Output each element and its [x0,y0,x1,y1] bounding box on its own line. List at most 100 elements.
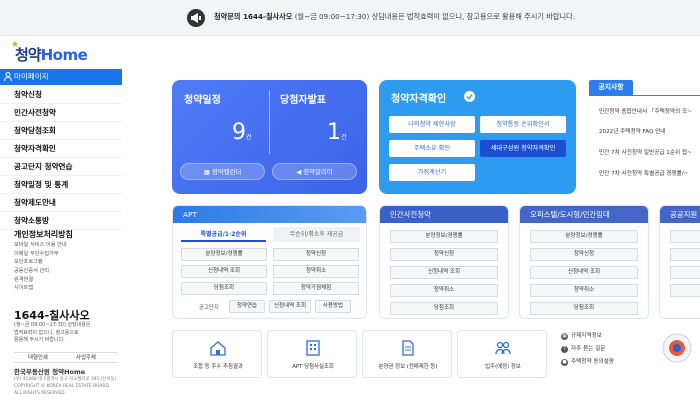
tab-special-supply[interactable]: 특별공급/1·2순위 [181,227,266,242]
regulation-icon: ▦ [561,333,568,340]
practice-button[interactable]: 청약연습 [229,300,265,313]
sidebar-item-community[interactable]: 청약소통방 [0,212,122,230]
calendar-icon: ▦ [203,168,210,176]
faq-link[interactable]: ? 자주 묻는 질문 [559,343,659,356]
private-cancel-button[interactable]: 청약취소 [390,284,498,297]
notice-item[interactable]: 2022년 주택청약 FAQ 안내 [599,127,700,135]
person-icon: ● [561,359,568,366]
sidebar-item-private-pre[interactable]: 민간사전청약 [0,104,122,122]
qualification-card: 청약자격확인 나의청약 제한사항 청약통장 순위확인서 주택소유 확인 세대구성… [379,80,576,194]
officetel-info-button[interactable]: 분양정보/경쟁률 [530,230,638,243]
footer-link[interactable]: 보안프로그램 [14,258,67,267]
private-winner-button[interactable]: 당첨조회 [390,302,498,315]
private-apply-button[interactable]: 청약신청 [390,248,498,261]
document-icon [402,340,414,356]
apt-info-button[interactable]: 분양정보/경쟁률 [181,248,267,261]
footer-link[interactable]: 원격연결 [14,276,67,285]
public-button[interactable] [670,266,700,279]
tab-unranked[interactable]: 무순위/취소후 재공급 [273,227,360,242]
footer-link[interactable]: 모바일 서비스 이용 안내 [14,241,67,250]
notice-item[interactable]: 민간청약 종합안내서 「주택청약의 모~ [599,107,700,115]
officetel-apply-button[interactable]: 청약신청 [530,248,638,261]
regulation-link[interactable]: ▦ 규제지역정보 [559,330,659,343]
public-title: 공공지원 [660,206,700,223]
contact-desc: (월~금 09:00~17:30) 상담내용은 법적효력이 없으니, 참고용으로… [14,322,91,343]
alert-button[interactable]: ◀ 청약알리미 [272,163,357,180]
schedule-title[interactable]: 청약일정 [184,91,221,106]
service-link-list: ▦ 규제지역정보 ? 자주 묻는 질문 ● 주택청약 동의설명 [559,330,659,378]
check-icon [464,91,475,102]
contact-phone: 1644-칠사사오 [14,309,90,322]
public-panel: 공공지원 [659,205,700,319]
practice-label: 공고단지 [199,305,219,311]
sidebar-item-apply[interactable]: 청약신청 [0,86,122,104]
restriction-button[interactable]: 나의청약 제한사항 [389,116,475,133]
practice-history-button[interactable]: 신청내역 조회 [269,300,311,313]
service-presale-info[interactable]: 분양권 정보 (전매제한 등) [362,330,452,378]
notice-item[interactable]: 민간 7차 사전청약 일반공급 1순위 접~ [599,148,700,156]
footer-brand: 한국부동산원 청약Home [14,368,86,376]
ownership-button[interactable]: 주택소유 확인 [389,140,475,157]
schedule-card: 청약일정 9건 당첨자발표 1건 ▦ 청약캘린더 ◀ 청약알리미 [172,80,367,194]
mypage-button[interactable]: 마이페이지 [0,69,122,85]
rank-certificate-button[interactable]: 청약통장 순위확인서 [480,116,566,133]
officetel-cancel-button[interactable]: 청약취소 [530,284,638,297]
card-divider [269,90,270,154]
notice-text: 청약문의 1644-칠사사오 (월~금 09:00~17:30) 상담내용은 법… [214,12,576,21]
private-history-button[interactable]: 신청내역 조회 [390,266,498,279]
calendar-button[interactable]: ▦ 청약캘린더 [180,163,265,180]
announcement-count: 1건 [327,120,347,145]
service-label: 입주(예정) 정보 [485,364,521,370]
certification-badge-icon [660,330,694,378]
footer-link[interactable]: 사이트맵 [14,284,67,293]
public-button[interactable] [670,284,700,297]
apt-score-button[interactable]: 청약가점체험 [273,282,359,295]
service-move-in[interactable]: 입주(예정) 정보 [457,330,547,378]
business-button[interactable]: 사업주체 [76,353,96,363]
sidebar-buttons: 대형인쇄 사업주체 [14,352,118,363]
footer-link[interactable]: 공동인증서 관리 [14,267,67,276]
service-label: 분양권 정보 (전매제한 등) [378,364,438,370]
print-button[interactable]: 대형인쇄 [28,353,48,363]
officetel-winner-button[interactable]: 당첨조회 [530,302,638,315]
service-label: APT 당첨사실조회 [292,364,334,370]
sidebar-item-qualification[interactable]: 청약자격확인 [0,140,122,158]
top-notice-bar: 청약문의 1644-칠사사오 (월~금 09:00~17:30) 상담내용은 법… [0,0,700,36]
score-calculator-button[interactable]: 가점계산기 [389,164,475,181]
people-icon [495,341,511,355]
officetel-panel: 오피스텔/도시형/민간임대 분양정보/경쟁률 청약신청 신청내역 조회 청약취소… [519,205,649,319]
footer-links: 모바일 서비스 이용 안내 이메일 무단수집거부 보안프로그램 공동인증서 관리… [14,241,67,293]
public-button[interactable] [670,248,700,261]
consent-link[interactable]: ● 주택청약 동의설명 [559,356,659,369]
howto-button[interactable]: 사용방법 [315,300,351,313]
service-winner-check[interactable]: APT 당첨사실조회 [267,330,357,378]
notice-tab[interactable]: 공지사항 [589,80,633,95]
sidebar-item-guide[interactable]: 청약제도안내 [0,194,122,212]
officetel-title: 오피스텔/도시형/민간임대 [520,206,648,223]
notice-divider [589,95,700,96]
officetel-history-button[interactable]: 신청내역 조회 [530,266,638,279]
service-lottery[interactable]: 조합 등 주수 추첨결과 [172,330,262,378]
notice-item[interactable]: 민간 7차 사전청약 특별공급 경쟁률/~ [599,169,700,177]
person-icon [4,72,12,81]
apt-history-button[interactable]: 신청내역 조회 [181,265,267,278]
apartment-icon [306,340,320,356]
private-title: 민간사전청약 [380,206,508,223]
announcement-title[interactable]: 당첨자발표 [280,91,326,106]
footer-info: 한국부동산원 청약Home (우) 41068 대구광역시 동구 이노밸리로 2… [14,369,122,397]
apt-apply-button[interactable]: 청약신청 [273,248,359,261]
apt-cancel-button[interactable]: 청약취소 [273,265,359,278]
household-qualification-button[interactable]: 세대구성원 청약자격확인 [480,140,566,157]
house-icon [210,341,226,356]
service-label: 조합 등 주수 추첨결과 [193,364,243,370]
public-button[interactable] [670,230,700,243]
sidebar-item-schedule-stats[interactable]: 청약일정 및 통계 [0,176,122,194]
sidebar-item-winner[interactable]: 청약당첨조회 [0,122,122,140]
footer-link[interactable]: 이메일 무단수집거부 [14,250,67,259]
privacy-policy-link[interactable]: 개인정보처리방침 [14,229,73,240]
question-icon: ? [561,346,568,353]
private-info-button[interactable]: 분양정보/경쟁률 [390,230,498,243]
apt-winner-button[interactable]: 당첨조회 [181,282,267,295]
site-logo[interactable]: ★ 청약Home [11,40,88,66]
sidebar-item-practice[interactable]: 공고단지 청약연습 [0,158,122,176]
